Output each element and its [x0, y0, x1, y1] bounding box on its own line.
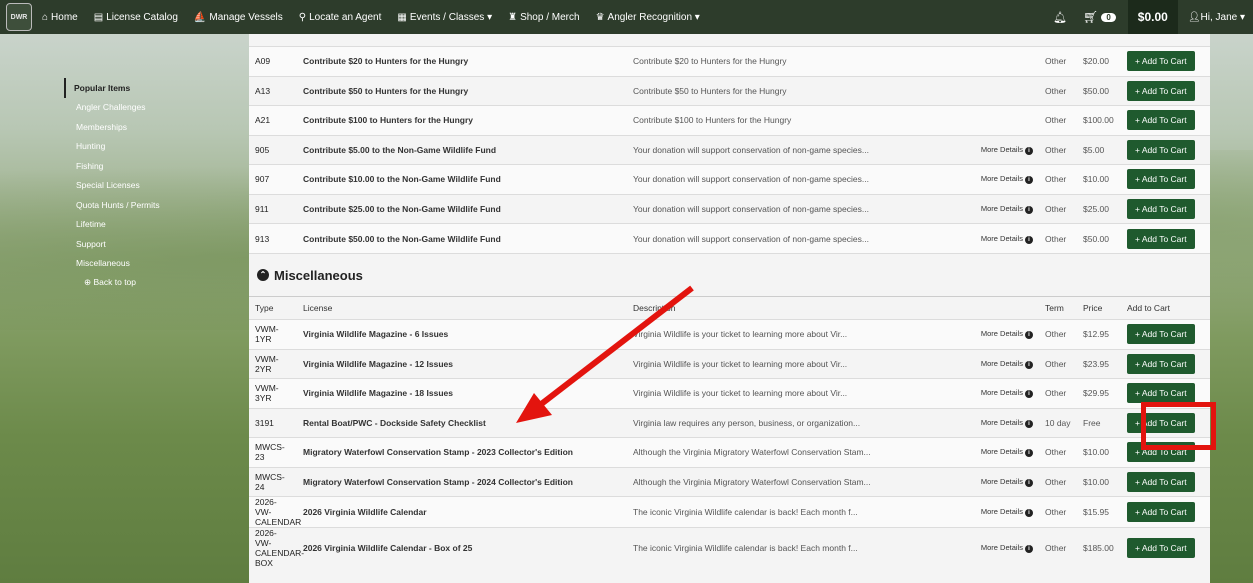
annotation-arrow-icon	[516, 285, 694, 423]
